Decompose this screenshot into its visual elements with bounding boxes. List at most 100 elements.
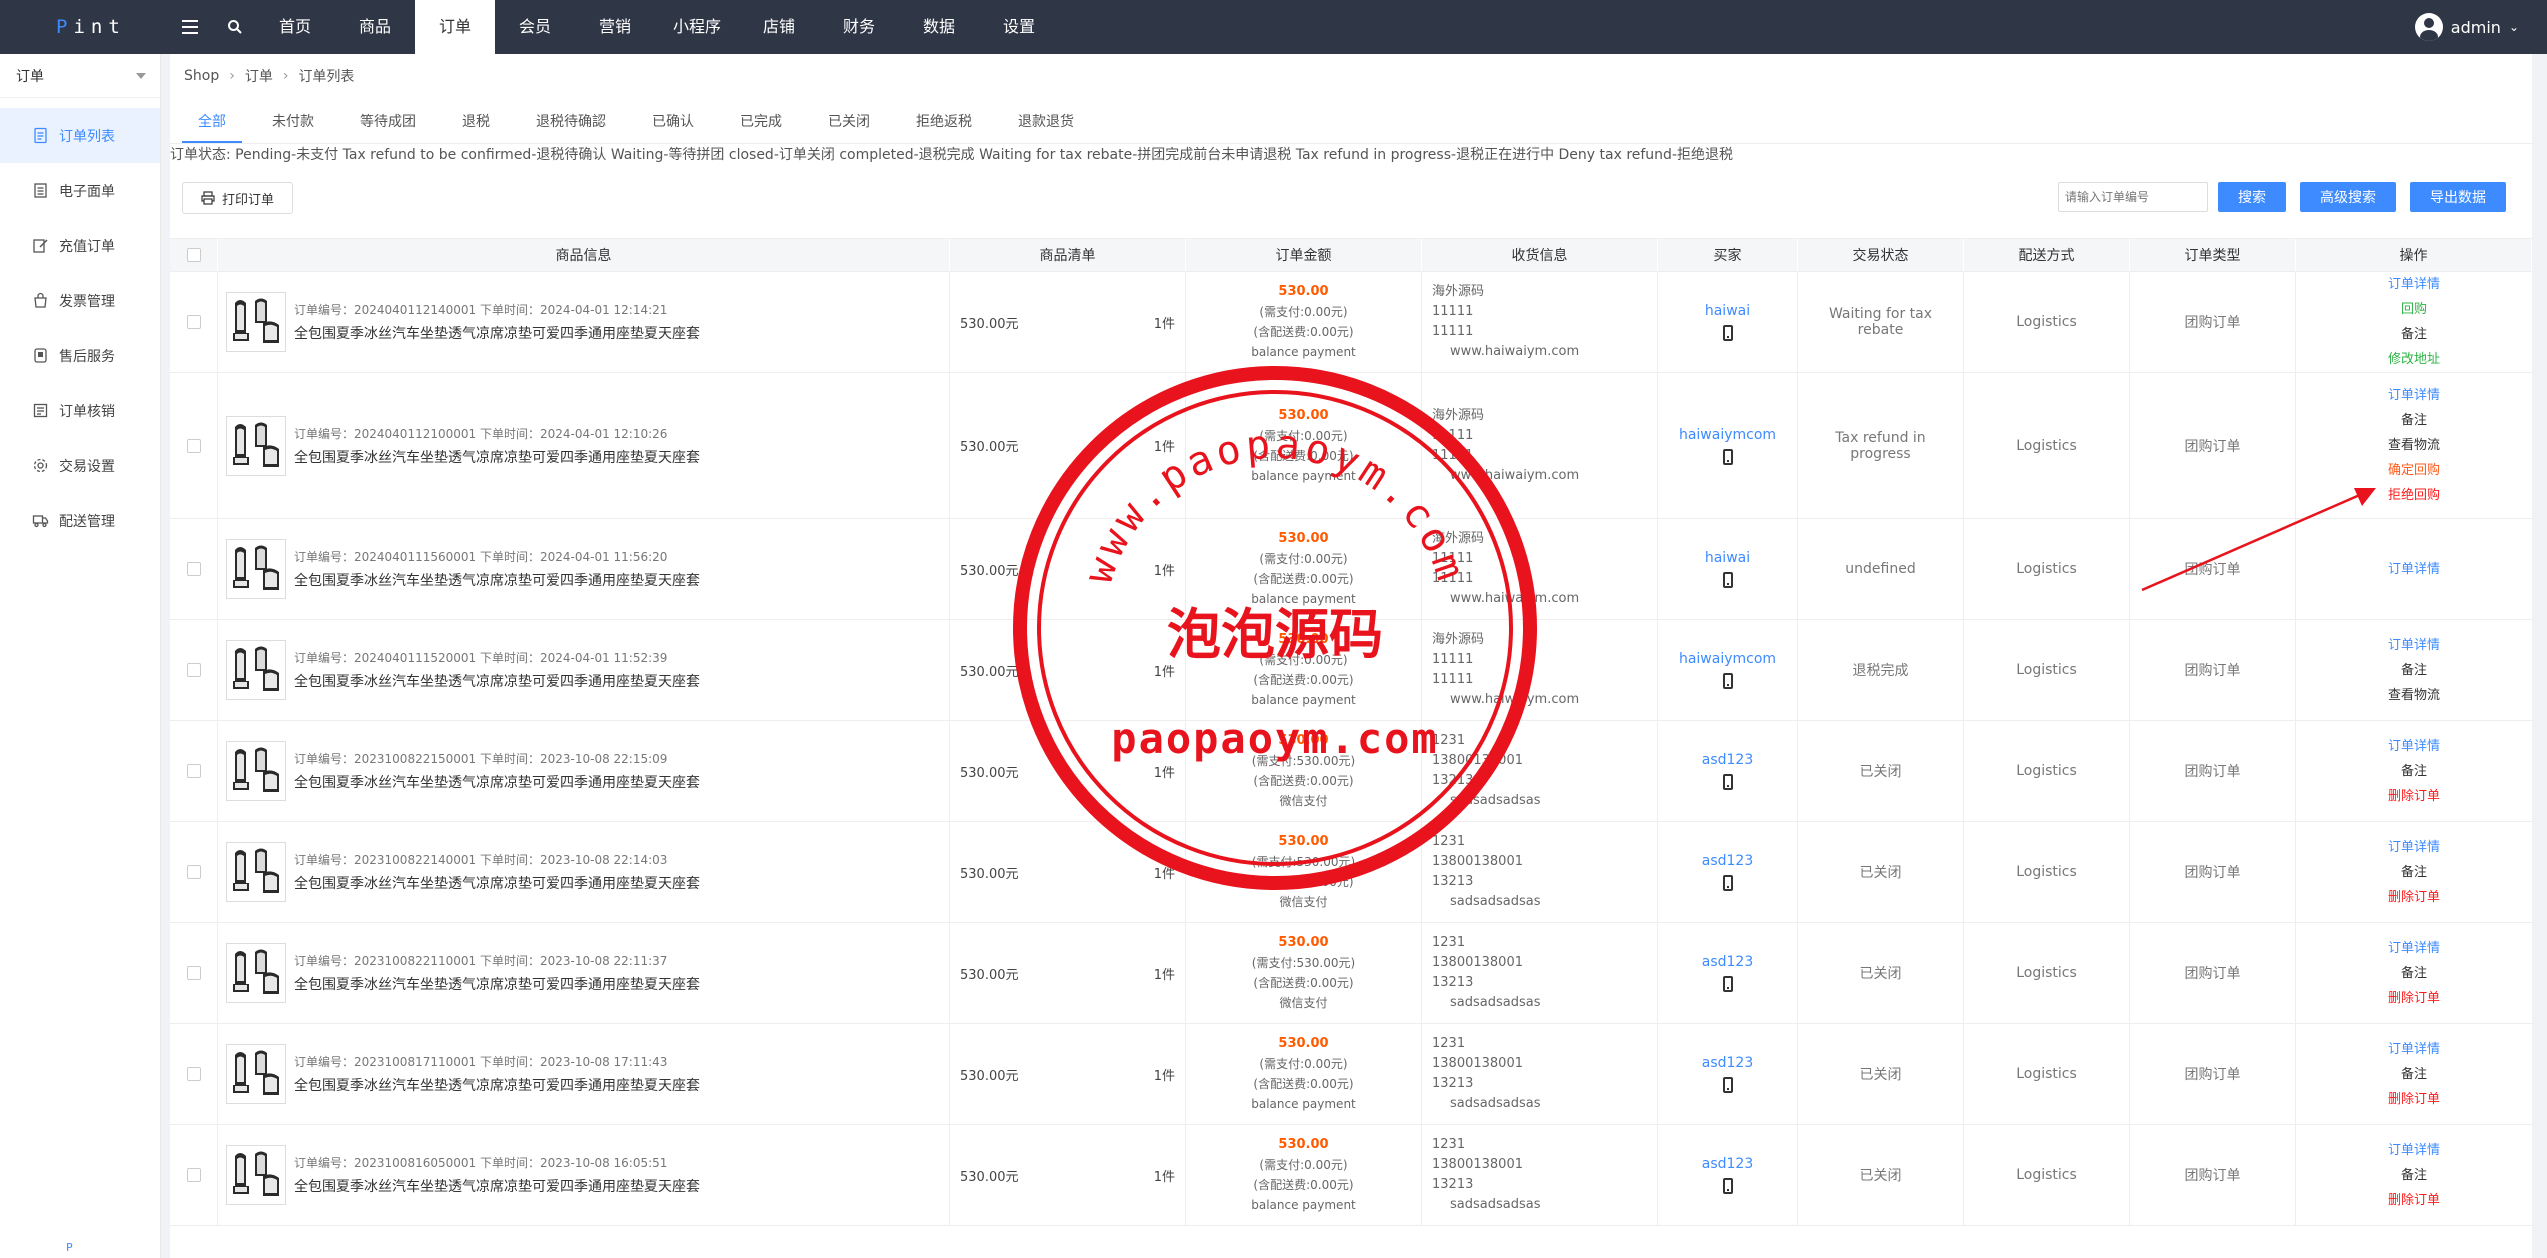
product-thumbnail[interactable] <box>226 640 286 700</box>
nav-item[interactable]: 首页 <box>255 0 335 54</box>
nav-item[interactable]: 店铺 <box>739 0 819 54</box>
operation-link[interactable]: 备注 <box>2401 860 2427 885</box>
row-checkbox[interactable] <box>186 966 201 980</box>
menu-toggle-icon[interactable] <box>165 0 215 54</box>
operation-link[interactable]: 订单详情 <box>2388 835 2440 860</box>
row-checkbox[interactable] <box>186 1067 201 1081</box>
nav-item[interactable]: 订单 <box>415 0 495 54</box>
operation-link[interactable]: 查看物流 <box>2388 683 2440 708</box>
operation-link[interactable]: 订单详情 <box>2388 272 2440 297</box>
order-tab[interactable]: 全部 <box>182 111 242 143</box>
product-title[interactable]: 全包围夏季冰丝汽车坐垫透气凉席凉垫可爱四季通用座垫夏天座套 <box>294 872 700 896</box>
operation-link[interactable]: 删除订单 <box>2388 1188 2440 1213</box>
row-checkbox[interactable] <box>186 1168 201 1182</box>
sidebar-header[interactable]: 订单 <box>0 54 160 98</box>
row-checkbox[interactable] <box>186 438 201 453</box>
product-title[interactable]: 全包围夏季冰丝汽车坐垫透气凉席凉垫可爱四季通用座垫夏天座套 <box>294 670 700 694</box>
sidebar-item[interactable]: 发票管理 <box>0 273 160 328</box>
operation-link[interactable]: 删除订单 <box>2388 784 2440 809</box>
buyer-link[interactable]: asd123 <box>1702 1156 1753 1172</box>
product-thumbnail[interactable] <box>226 415 286 476</box>
breadcrumb-item[interactable]: Shop <box>184 68 219 84</box>
nav-item[interactable]: 财务 <box>819 0 899 54</box>
product-title[interactable]: 全包围夏季冰丝汽车坐垫透气凉席凉垫可爱四季通用座垫夏天座套 <box>294 973 700 997</box>
buyer-link[interactable]: haiwai <box>1705 550 1750 566</box>
operation-link[interactable]: 确定回购 <box>2388 458 2440 483</box>
order-tab[interactable]: 已关闭 <box>812 111 886 143</box>
operation-link[interactable]: 删除订单 <box>2388 986 2440 1011</box>
product-thumbnail[interactable] <box>226 539 286 599</box>
print-order-button[interactable]: 打印订单 <box>182 182 294 214</box>
row-checkbox[interactable] <box>186 562 201 576</box>
operation-link[interactable]: 修改地址 <box>2388 347 2440 372</box>
buyer-link[interactable]: haiwaiymcom <box>1679 427 1776 443</box>
sidebar-item[interactable]: 充值订单 <box>0 218 160 273</box>
operation-link[interactable]: 备注 <box>2401 322 2427 347</box>
breadcrumb-item[interactable]: 订单 <box>245 66 273 86</box>
nav-item[interactable]: 小程序 <box>655 0 739 54</box>
order-tab[interactable]: 退款退货 <box>1002 111 1090 143</box>
nav-item[interactable]: 会员 <box>495 0 575 54</box>
nav-item[interactable]: 设置 <box>979 0 1059 54</box>
operation-link[interactable]: 备注 <box>2401 759 2427 784</box>
row-checkbox[interactable] <box>186 663 201 677</box>
product-thumbnail[interactable] <box>226 741 286 801</box>
buyer-link[interactable]: haiwai <box>1705 303 1750 319</box>
operation-link[interactable]: 订单详情 <box>2388 734 2440 759</box>
nav-item[interactable]: 数据 <box>899 0 979 54</box>
buyer-link[interactable]: asd123 <box>1702 752 1753 768</box>
operation-link[interactable]: 删除订单 <box>2388 885 2440 910</box>
operation-link[interactable]: 回购 <box>2401 297 2427 322</box>
product-title[interactable]: 全包围夏季冰丝汽车坐垫透气凉席凉垫可爱四季通用座垫夏天座套 <box>294 1175 700 1199</box>
product-title[interactable]: 全包围夏季冰丝汽车坐垫透气凉席凉垫可爱四季通用座垫夏天座套 <box>294 1074 700 1098</box>
order-number-search-input[interactable] <box>2058 182 2208 212</box>
row-checkbox[interactable] <box>186 315 201 329</box>
user-menu[interactable]: admin ⌄ <box>2414 0 2519 54</box>
nav-item[interactable]: 营销 <box>575 0 655 54</box>
operation-link[interactable]: 备注 <box>2401 658 2427 683</box>
row-checkbox[interactable] <box>186 764 201 778</box>
product-title[interactable]: 全包围夏季冰丝汽车坐垫透气凉席凉垫可爱四季通用座垫夏天座套 <box>294 569 700 593</box>
row-checkbox[interactable] <box>186 865 201 879</box>
product-thumbnail[interactable] <box>226 1044 286 1104</box>
sidebar-item[interactable]: 订单核销 <box>0 383 160 438</box>
buyer-link[interactable]: asd123 <box>1702 853 1753 869</box>
operation-link[interactable]: 查看物流 <box>2388 433 2440 458</box>
operation-link[interactable]: 订单详情 <box>2388 383 2440 408</box>
buyer-link[interactable]: haiwaiymcom <box>1679 651 1776 667</box>
order-tab[interactable]: 未付款 <box>256 111 330 143</box>
order-tab[interactable]: 退税 <box>446 111 506 143</box>
product-thumbnail[interactable] <box>226 292 286 352</box>
product-title[interactable]: 全包围夏季冰丝汽车坐垫透气凉席凉垫可爱四季通用座垫夏天座套 <box>294 322 700 346</box>
export-data-button[interactable]: 导出数据 <box>2410 182 2506 212</box>
operation-link[interactable]: 备注 <box>2401 961 2427 986</box>
product-title[interactable]: 全包围夏季冰丝汽车坐垫透气凉席凉垫可爱四季通用座垫夏天座套 <box>294 771 700 795</box>
search-button[interactable]: 搜索 <box>2218 182 2286 212</box>
sidebar-item[interactable]: 交易设置 <box>0 438 160 493</box>
select-all-checkbox[interactable] <box>186 248 201 262</box>
order-tab[interactable]: 已确认 <box>636 111 710 143</box>
operation-link[interactable]: 订单详情 <box>2388 1037 2440 1062</box>
operation-link[interactable]: 删除订单 <box>2388 1087 2440 1112</box>
sidebar-item[interactable]: 配送管理 <box>0 493 160 548</box>
product-thumbnail[interactable] <box>226 1145 286 1205</box>
app-logo[interactable]: Pint <box>0 0 165 54</box>
order-tab[interactable]: 退税待确認 <box>520 111 622 143</box>
advanced-search-button[interactable]: 高级搜索 <box>2300 182 2396 212</box>
operation-link[interactable]: 订单详情 <box>2388 633 2440 658</box>
product-title[interactable]: 全包围夏季冰丝汽车坐垫透气凉席凉垫可爱四季通用座垫夏天座套 <box>294 446 700 470</box>
operation-link[interactable]: 备注 <box>2401 1163 2427 1188</box>
buyer-link[interactable]: asd123 <box>1702 1055 1753 1071</box>
sidebar-item[interactable]: 售后服务 <box>0 328 160 383</box>
search-icon[interactable] <box>215 0 255 54</box>
buyer-link[interactable]: asd123 <box>1702 954 1753 970</box>
sidebar-item[interactable]: 电子面单 <box>0 163 160 218</box>
order-tab[interactable]: 等待成团 <box>344 111 432 143</box>
sidebar-item[interactable]: 订单列表 <box>0 108 160 163</box>
operation-link[interactable]: 订单详情 <box>2388 557 2440 582</box>
product-thumbnail[interactable] <box>226 842 286 902</box>
operation-link[interactable]: 拒绝回购 <box>2388 483 2440 508</box>
product-thumbnail[interactable] <box>226 943 286 1003</box>
order-tab[interactable]: 已完成 <box>724 111 798 143</box>
operation-link[interactable]: 订单详情 <box>2388 936 2440 961</box>
